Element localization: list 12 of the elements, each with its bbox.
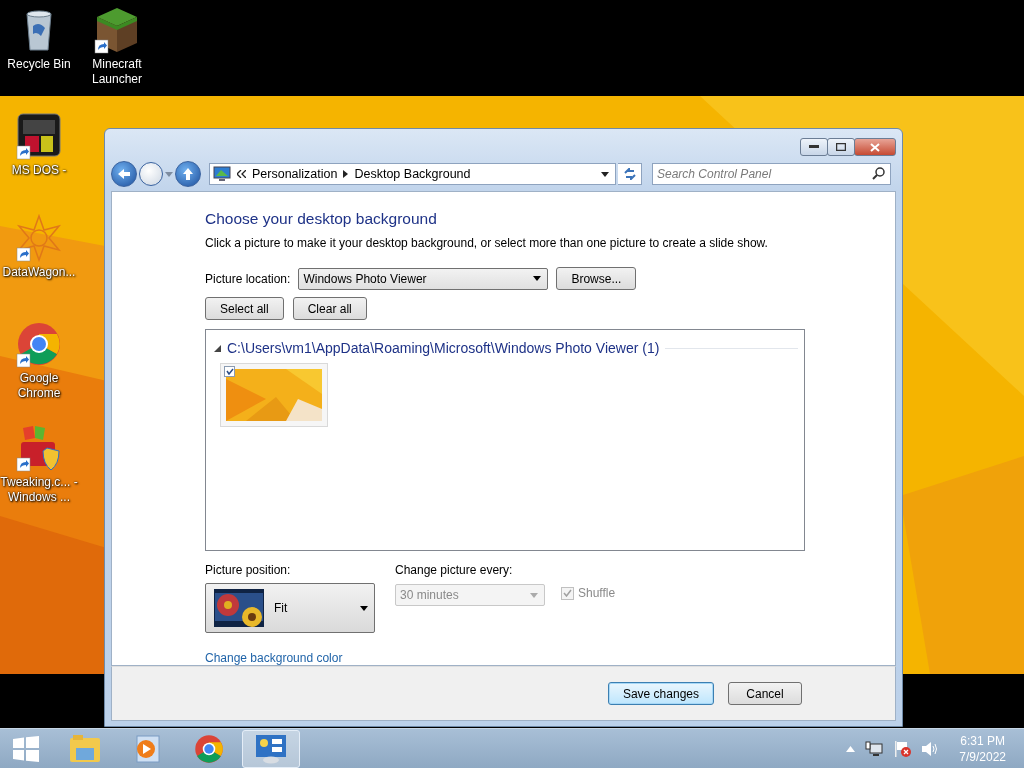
folder-icon [69, 734, 101, 764]
control-panel-icon [255, 734, 287, 764]
windows-logo-icon [13, 736, 39, 762]
network-icon[interactable] [865, 741, 884, 757]
media-player-icon [133, 734, 161, 764]
taskbar-button[interactable] [242, 730, 300, 768]
flag-icon[interactable] [893, 740, 912, 758]
cancel-button[interactable]: Cancel [728, 682, 802, 705]
desktop-icon-label[interactable]: Minecraft Launcher [78, 57, 156, 87]
desktop-icon-label[interactable]: Recycle Bin [0, 57, 78, 72]
chrome-icon [194, 734, 224, 764]
save-button[interactable]: Save changes [607, 682, 714, 705]
